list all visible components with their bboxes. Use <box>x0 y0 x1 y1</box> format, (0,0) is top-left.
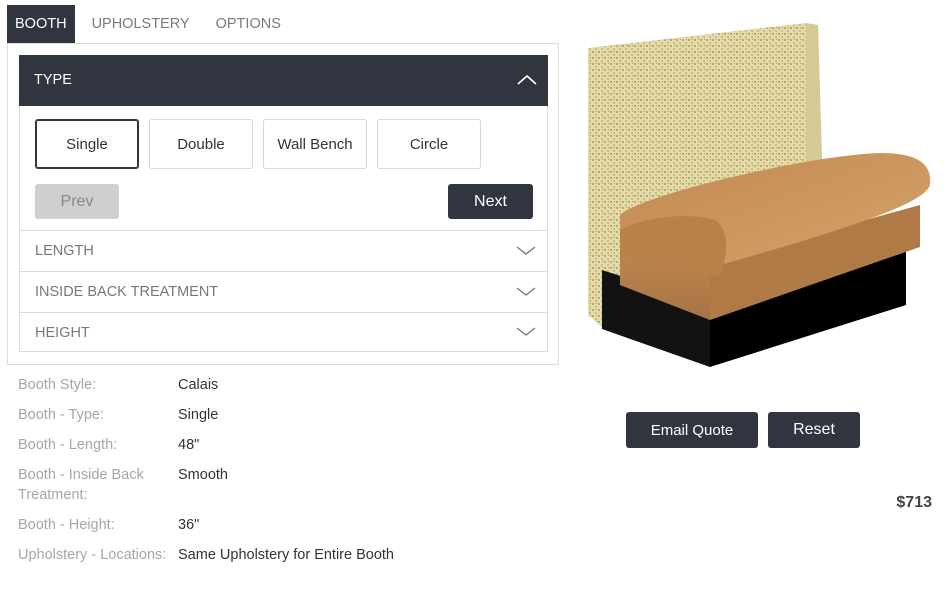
summary-value: 48" <box>178 437 200 453</box>
chevron-down-icon[interactable] <box>515 323 537 343</box>
booth-product-image <box>588 23 931 367</box>
summary-value: Calais <box>178 377 219 393</box>
next-button[interactable]: Next <box>448 184 533 219</box>
tab-booth[interactable]: BOOTH <box>7 5 75 43</box>
tab-bar: BOOTH UPHOLSTERY OPTIONS <box>7 5 298 43</box>
email-quote-button[interactable]: Email Quote <box>626 412 758 448</box>
accordion-inside-back-treatment[interactable]: INSIDE BACK TREATMENT <box>19 272 548 313</box>
summary-key: Booth - Type: <box>18 407 104 423</box>
accordion-title-height: HEIGHT <box>35 325 90 341</box>
accordion-height[interactable]: HEIGHT <box>19 313 548 352</box>
reset-button[interactable]: Reset <box>768 412 860 448</box>
prev-button[interactable]: Prev <box>35 184 119 219</box>
summary-key: Booth - Height: <box>18 517 115 533</box>
summary-key: Booth Style: <box>18 377 97 393</box>
tab-upholstery[interactable]: UPHOLSTERY <box>83 5 199 43</box>
accordion-header-type[interactable]: TYPE <box>19 55 548 106</box>
accordion-title-type: TYPE <box>34 72 72 88</box>
chevron-down-icon[interactable] <box>515 282 537 302</box>
accordion-title-inside-back-treatment: INSIDE BACK TREATMENT <box>35 284 219 300</box>
type-option-single[interactable]: Single <box>35 119 139 169</box>
chevron-up-icon[interactable] <box>516 69 538 91</box>
accordion-body-type: Single Double Wall Bench Circle Prev Nex… <box>19 106 548 231</box>
type-option-double[interactable]: Double <box>149 119 253 169</box>
configurator-panel: TYPE Single Double Wall Bench Circle Pre… <box>7 43 559 365</box>
summary-key: Upholstery - Locations: <box>18 547 167 563</box>
summary-value: Smooth <box>178 467 228 483</box>
summary-key: Booth - Length: <box>18 437 118 453</box>
summary-key: Booth - Inside Back Treatment: <box>18 467 144 503</box>
tab-options[interactable]: OPTIONS <box>207 5 290 43</box>
summary-value: 36" <box>178 517 200 533</box>
accordion-title-length: LENGTH <box>35 243 94 259</box>
type-option-wall-bench[interactable]: Wall Bench <box>263 119 367 169</box>
chevron-down-icon[interactable] <box>515 241 537 261</box>
accordion-length[interactable]: LENGTH <box>19 231 548 272</box>
summary-value: Single <box>178 407 219 423</box>
type-option-circle[interactable]: Circle <box>377 119 481 169</box>
price-total: $713 <box>896 494 932 511</box>
summary-value: Same Upholstery for Entire Booth <box>178 547 394 563</box>
